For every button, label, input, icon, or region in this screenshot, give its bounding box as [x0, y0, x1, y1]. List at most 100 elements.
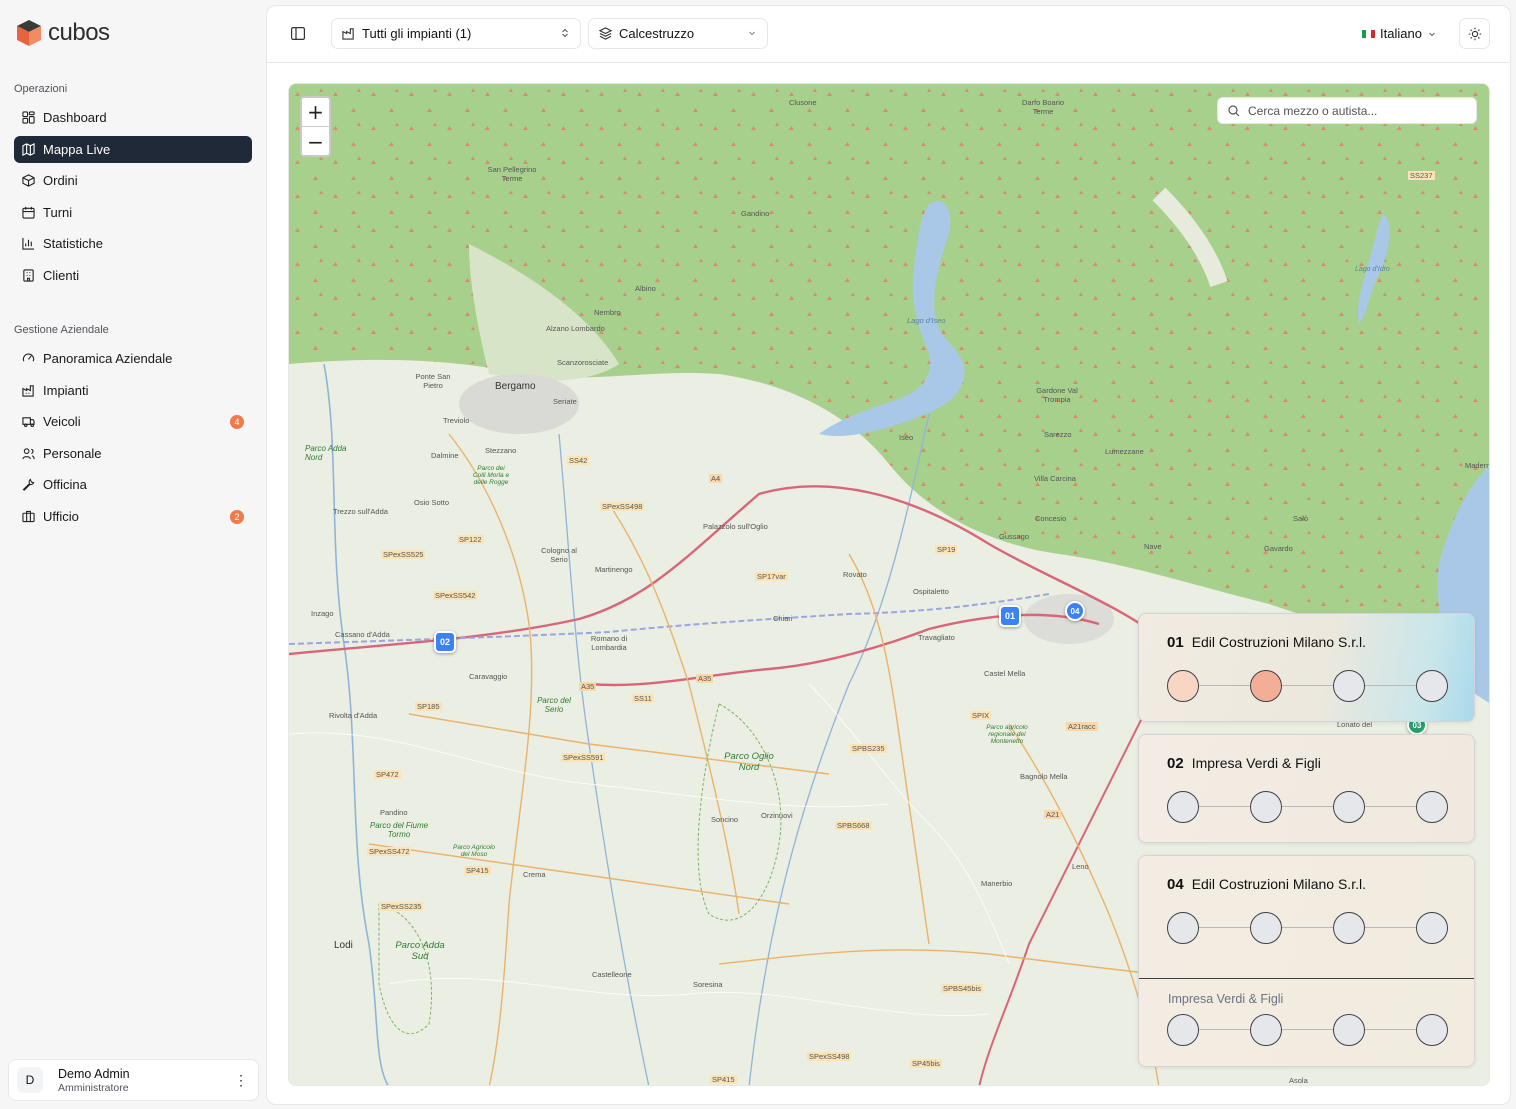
map-label: Parco Adda Nord [305, 444, 347, 462]
layers-icon [599, 27, 612, 40]
progress-step [1250, 912, 1282, 944]
progress-step [1167, 791, 1199, 823]
theme-toggle-button[interactable] [1459, 18, 1490, 49]
order-progress-steps [1167, 1014, 1448, 1046]
vehicle-marker-01[interactable]: 01 [999, 605, 1021, 627]
map-label: Rovato [843, 570, 867, 579]
material-select-value: Calcestruzzo [619, 26, 695, 41]
map-label: Parco Oglio Nord [724, 751, 774, 773]
order-number: 02 [1167, 755, 1184, 772]
order-card-header: 04 Edil Costruzioni Milano S.r.l. [1167, 876, 1366, 893]
bar-chart-icon [22, 237, 35, 250]
vehicle-marker-04[interactable]: 04 [1065, 601, 1085, 621]
map-label: Parco del Fiume Tormo [369, 821, 429, 839]
sidebar-item-veicoli[interactable]: Veicoli 4 [14, 408, 252, 435]
map-label: SP472 [374, 770, 401, 779]
map-label: SPexSS591 [561, 753, 606, 762]
progress-step [1333, 791, 1365, 823]
sidebar-toggle-icon[interactable] [291, 27, 305, 40]
map-label: A35 [696, 674, 714, 683]
logo-text: cubos [48, 19, 110, 46]
order-progress-steps [1167, 791, 1448, 823]
sidebar-item-statistiche[interactable]: Statistiche [14, 230, 252, 257]
map-label: Nembro [594, 308, 621, 317]
order-progress-steps [1167, 912, 1448, 944]
map-label: SPBS235 [850, 744, 887, 753]
sidebar-item-impianti[interactable]: Impianti [14, 377, 252, 404]
map-label: Manerbio [981, 879, 1013, 888]
map-label: Chiari [773, 614, 793, 623]
card-divider [1139, 978, 1474, 979]
order-card-04[interactable]: 04 Edil Costruzioni Milano S.r.l. Impres… [1138, 855, 1475, 1067]
app-logo[interactable]: cubos [14, 18, 110, 48]
map-label: Parco Agricolo del Moso [452, 844, 496, 858]
order-card-02[interactable]: 02 Impresa Verdi & Figli [1138, 734, 1475, 843]
sidebar-item-label: Veicoli [43, 414, 81, 429]
sidebar-item-turni[interactable]: Turni [14, 199, 252, 226]
search-input[interactable] [1248, 103, 1463, 118]
progress-step [1333, 670, 1365, 702]
more-vertical-icon[interactable]: ⋮ [234, 1073, 248, 1087]
order-client: Edil Costruzioni Milano S.r.l. [1191, 634, 1366, 650]
package-icon [22, 174, 35, 187]
map-label: A21racc [1066, 722, 1098, 731]
live-map[interactable]: Bergamo Lodi Crema Seriate Dalmine Trevi… [288, 83, 1490, 1086]
sidebar-item-personale[interactable]: Personale [14, 440, 252, 467]
map-label: Lago d'Iseo [907, 316, 946, 325]
sidebar-item-officina[interactable]: Officina [14, 471, 252, 498]
map-label: SP122 [457, 535, 484, 544]
order-card-01[interactable]: 01 Edil Costruzioni Milano S.r.l. [1138, 613, 1475, 722]
zoom-out-button[interactable]: − [302, 127, 329, 156]
map-label: Iseo [899, 433, 914, 442]
gauge-icon [22, 353, 35, 362]
map-label: San Pellegrino Terme [487, 165, 537, 183]
chevron-down-icon [1429, 32, 1435, 36]
map-label: Nave [1144, 542, 1162, 551]
map-label: Soresina [693, 980, 723, 989]
sidebar-item-ufficio[interactable]: Ufficio 2 [14, 503, 252, 530]
sidebar-item-mappa-live[interactable]: Mappa Live [14, 135, 252, 163]
section-label-operations: Operazioni [14, 83, 68, 95]
map-label: Castelleone [592, 970, 632, 979]
map-label: Parco Adda Sud [395, 940, 445, 962]
user-card[interactable]: D Demo Admin Amministratore ⋮ [8, 1059, 259, 1101]
progress-step [1333, 912, 1365, 944]
progress-step-current [1250, 670, 1282, 702]
order-client: Impresa Verdi & Figli [1191, 755, 1321, 771]
users-icon [22, 447, 35, 459]
plant-select[interactable]: Tutti gli impianti (1) [331, 18, 581, 49]
map-label: Pandino [380, 808, 408, 817]
factory-icon [342, 28, 354, 40]
sidebar-item-label: Ufficio [43, 508, 79, 524]
map-label: Romano di Lombardia [590, 634, 628, 652]
map-label: SPBS668 [835, 821, 872, 830]
section-label-business: Gestione Aziendale [14, 324, 109, 336]
vehicle-search[interactable] [1217, 97, 1477, 124]
sidebar: cubos Operazioni Dashboard Mappa Live Or… [0, 0, 266, 1109]
sidebar-item-dashboard[interactable]: Dashboard [14, 104, 252, 131]
sidebar-item-clienti[interactable]: Clienti [14, 262, 252, 289]
zoom-controls: + − [300, 96, 331, 157]
map-label: SPBS45bis [941, 984, 983, 993]
map-label: Cassano d'Adda [335, 630, 390, 639]
map-label: Leno [1072, 862, 1089, 871]
map-label: SPexSS472 [367, 847, 412, 856]
language-value: Italiano [1380, 26, 1422, 41]
sidebar-item-panoramica[interactable]: Panoramica Aziendale [14, 345, 252, 372]
map-label: Crema [523, 870, 546, 879]
order-number: 01 [1167, 634, 1184, 651]
language-select[interactable]: Italiano [1362, 26, 1437, 41]
material-select[interactable]: Calcestruzzo [588, 18, 768, 49]
map-label: Parco agricolo regionale del Montenetto [986, 724, 1028, 745]
zoom-in-button[interactable]: + [302, 98, 329, 127]
order-progress-steps [1167, 670, 1448, 702]
map-label: Cologno al Serio [541, 546, 577, 564]
vehicle-marker-02[interactable]: 02 [434, 631, 456, 653]
map-label: Parco dei Colli Morla e delle Rogge [472, 465, 510, 486]
sidebar-item-ordini[interactable]: Ordini [14, 167, 252, 194]
map-label: Gavardo [1264, 544, 1293, 553]
progress-step [1333, 1014, 1365, 1046]
map-label: SPexSS542 [433, 591, 478, 600]
progress-step [1416, 670, 1448, 702]
map-label: Asola [1289, 1076, 1308, 1085]
